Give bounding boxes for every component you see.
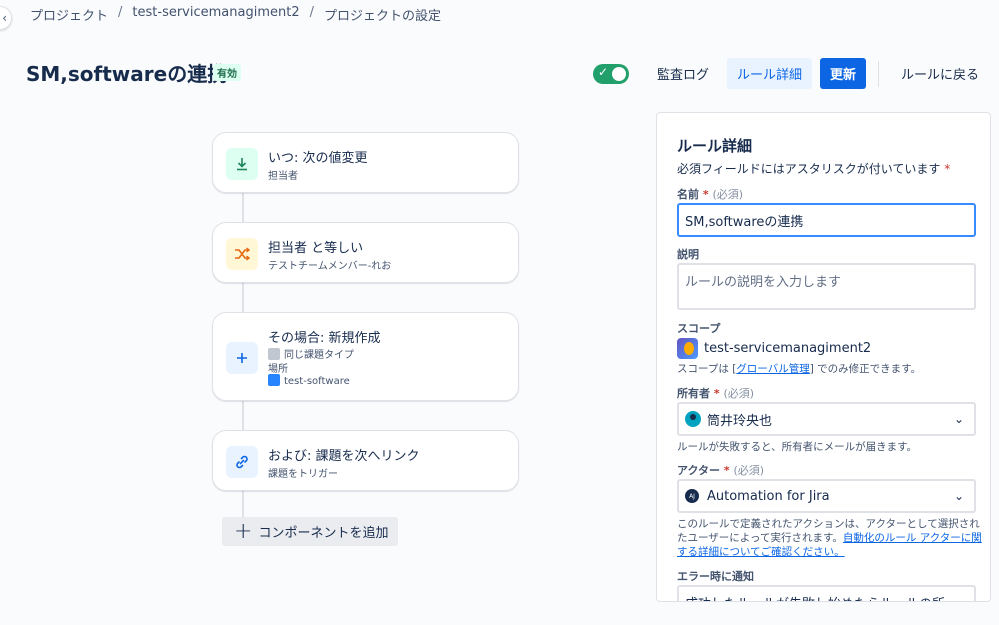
- create-action-issue-type: 同じ課題タイプ: [268, 346, 354, 361]
- description-input[interactable]: ルールの説明を入力します: [677, 263, 976, 310]
- create-action-location-label: 場所: [268, 364, 288, 375]
- add-component-label: コンポーネントを追加: [258, 526, 389, 541]
- project-avatar-icon: [677, 338, 698, 359]
- branch-icon: [226, 238, 258, 270]
- scope-value-row: test-servicemanagiment2: [677, 338, 871, 359]
- issue-type-label: 同じ課題タイプ: [284, 350, 354, 361]
- condition-subtitle: テストチームメンバー-れお: [268, 261, 392, 272]
- breadcrumb-separator: /: [118, 5, 123, 20]
- scope-label: スコープ: [677, 322, 721, 335]
- trigger-card[interactable]: いつ: 次の値変更 担当者: [212, 132, 519, 193]
- chevron-down-icon: ⌄: [953, 412, 964, 426]
- actor-help: このルールで定義されたアクションは、アクターとして選択され たユーザーによって実…: [677, 517, 982, 559]
- error-notify-label: エラー時に通知: [677, 570, 754, 583]
- condition-card[interactable]: 担当者 と等しい テストチームメンバー-れお: [212, 222, 519, 283]
- name-label: 名前 * (必須): [677, 186, 743, 202]
- plus-icon: +: [234, 518, 253, 544]
- error-notify-value: 成功したルールが失敗し始めたらルールの所...: [685, 593, 957, 602]
- actor-label-text: アクター: [677, 464, 721, 477]
- actor-help-line3: する詳細についてご確認ください。: [677, 545, 982, 559]
- add-component-button[interactable]: + コンポーネントを追加: [222, 517, 399, 546]
- name-label-text: 名前: [677, 188, 699, 201]
- project-label: test-software: [284, 376, 350, 387]
- actor-docs-link[interactable]: 自動化のルール アクターに関: [843, 532, 982, 544]
- actor-select[interactable]: AJ Automation for Jira ⌄: [677, 479, 976, 513]
- breadcrumb-item-project[interactable]: test-servicemanagiment2: [132, 5, 299, 24]
- link-icon: [226, 446, 258, 478]
- flow-connector: [242, 490, 244, 520]
- chevron-down-icon: ⌄: [953, 595, 964, 602]
- owner-select[interactable]: 筒井玲央也 ⌄: [677, 402, 976, 436]
- actor-docs-link-cont[interactable]: する詳細についてご確認ください。: [677, 546, 845, 558]
- link-action-card[interactable]: および: 課題を次へリンク 課題をトリガー: [212, 430, 519, 491]
- audit-log-button[interactable]: 監査ログ: [647, 58, 719, 89]
- trigger-icon: [226, 148, 258, 180]
- owner-label: 所有者 * (必須): [677, 385, 754, 401]
- description-placeholder: ルールの説明を入力します: [685, 275, 842, 290]
- actor-help-line1: このルールで定義されたアクションは、アクターとして選択され: [677, 518, 980, 530]
- asterisk: *: [723, 464, 730, 477]
- toolbar: ✓ 監査ログ ルール詳細 更新 ルールに戻る: [592, 58, 989, 89]
- scope-value: test-servicemanagiment2: [704, 341, 872, 356]
- required-note-text: 必須フィールドにはアスタリスクが付いています: [677, 162, 941, 176]
- rule-details-button[interactable]: ルール詳細: [726, 58, 812, 89]
- collapse-sidebar-button[interactable]: ‹: [0, 6, 12, 30]
- link-action-title: および: 課題を次へリンク: [268, 449, 420, 464]
- panel-heading: ルール詳細: [677, 137, 753, 155]
- actor-help-line2-text: たユーザーによって実行されます。: [677, 532, 843, 544]
- owner-help: ルールが失敗すると、所有者にメールが届きます。: [677, 441, 918, 453]
- back-to-rules-button[interactable]: ルールに戻る: [891, 58, 989, 89]
- breadcrumb: プロジェクト / test-servicemanagiment2 / プロジェク…: [30, 5, 441, 24]
- scope-help-post: ] でのみ修正できます。: [809, 363, 922, 375]
- name-value: SM,softwareの連携: [685, 214, 804, 230]
- divider: [877, 60, 879, 87]
- description-label: 説明: [677, 248, 699, 261]
- actor-help-line2: たユーザーによって実行されます。自動化のルール アクターに関: [677, 531, 982, 545]
- global-admin-link[interactable]: グローバル管理: [736, 363, 809, 375]
- enable-toggle[interactable]: ✓: [592, 63, 629, 84]
- breadcrumb-item-projects[interactable]: プロジェクト: [30, 5, 108, 24]
- scope-help-pre: スコープは [: [677, 363, 737, 375]
- required-text: (必須): [723, 387, 755, 400]
- check-icon: ✓: [597, 64, 608, 79]
- required-text: (必須): [733, 464, 765, 477]
- toggle-knob: [611, 66, 626, 81]
- create-action-card[interactable]: その場合: 新規作成 同じ課題タイプ 場所 test-software: [212, 312, 519, 401]
- status-badge: 有効: [213, 64, 241, 81]
- trigger-subtitle: 担当者: [268, 171, 298, 182]
- create-action-project: test-software: [268, 374, 350, 387]
- user-avatar: [685, 411, 701, 427]
- project-icon: [268, 374, 280, 386]
- update-button[interactable]: 更新: [819, 58, 866, 89]
- asterisk: *: [713, 387, 720, 400]
- create-action-title: その場合: 新規作成: [268, 331, 381, 346]
- link-action-subtitle: 課題をトリガー: [268, 469, 338, 480]
- asterisk: *: [944, 162, 951, 176]
- actor-value: Automation for Jira: [707, 488, 830, 504]
- required-note: 必須フィールドにはアスタリスクが付いています *: [677, 160, 950, 177]
- actor-avatar: AJ: [685, 489, 699, 503]
- chevron-down-icon: ⌄: [953, 489, 964, 503]
- flow-connector: [242, 282, 244, 312]
- page-title: SM,softwareの連携: [26, 62, 228, 86]
- breadcrumb-item-settings[interactable]: プロジェクトの設定: [324, 5, 441, 24]
- required-text: (必須): [712, 188, 744, 201]
- owner-value: 筒井玲央也: [707, 413, 773, 429]
- name-input[interactable]: SM,softwareの連携: [677, 203, 976, 237]
- owner-label-text: 所有者: [677, 387, 710, 400]
- condition-title: 担当者 と等しい: [268, 241, 364, 256]
- actor-label: アクター * (必須): [677, 462, 764, 478]
- issue-type-icon: [268, 348, 280, 360]
- flow-connector: [242, 192, 244, 222]
- scope-help: スコープは [グローバル管理] でのみ修正できます。: [677, 362, 921, 376]
- breadcrumb-separator: /: [309, 5, 314, 20]
- plus-icon: [226, 342, 258, 374]
- rule-details-panel: ルール詳細 必須フィールドにはアスタリスクが付いています * 名前 * (必須)…: [656, 112, 991, 602]
- flow-connector: [242, 400, 244, 430]
- error-notify-select[interactable]: 成功したルールが失敗し始めたらルールの所... ⌄: [677, 585, 976, 602]
- trigger-title: いつ: 次の値変更: [268, 151, 368, 166]
- asterisk: *: [702, 188, 709, 201]
